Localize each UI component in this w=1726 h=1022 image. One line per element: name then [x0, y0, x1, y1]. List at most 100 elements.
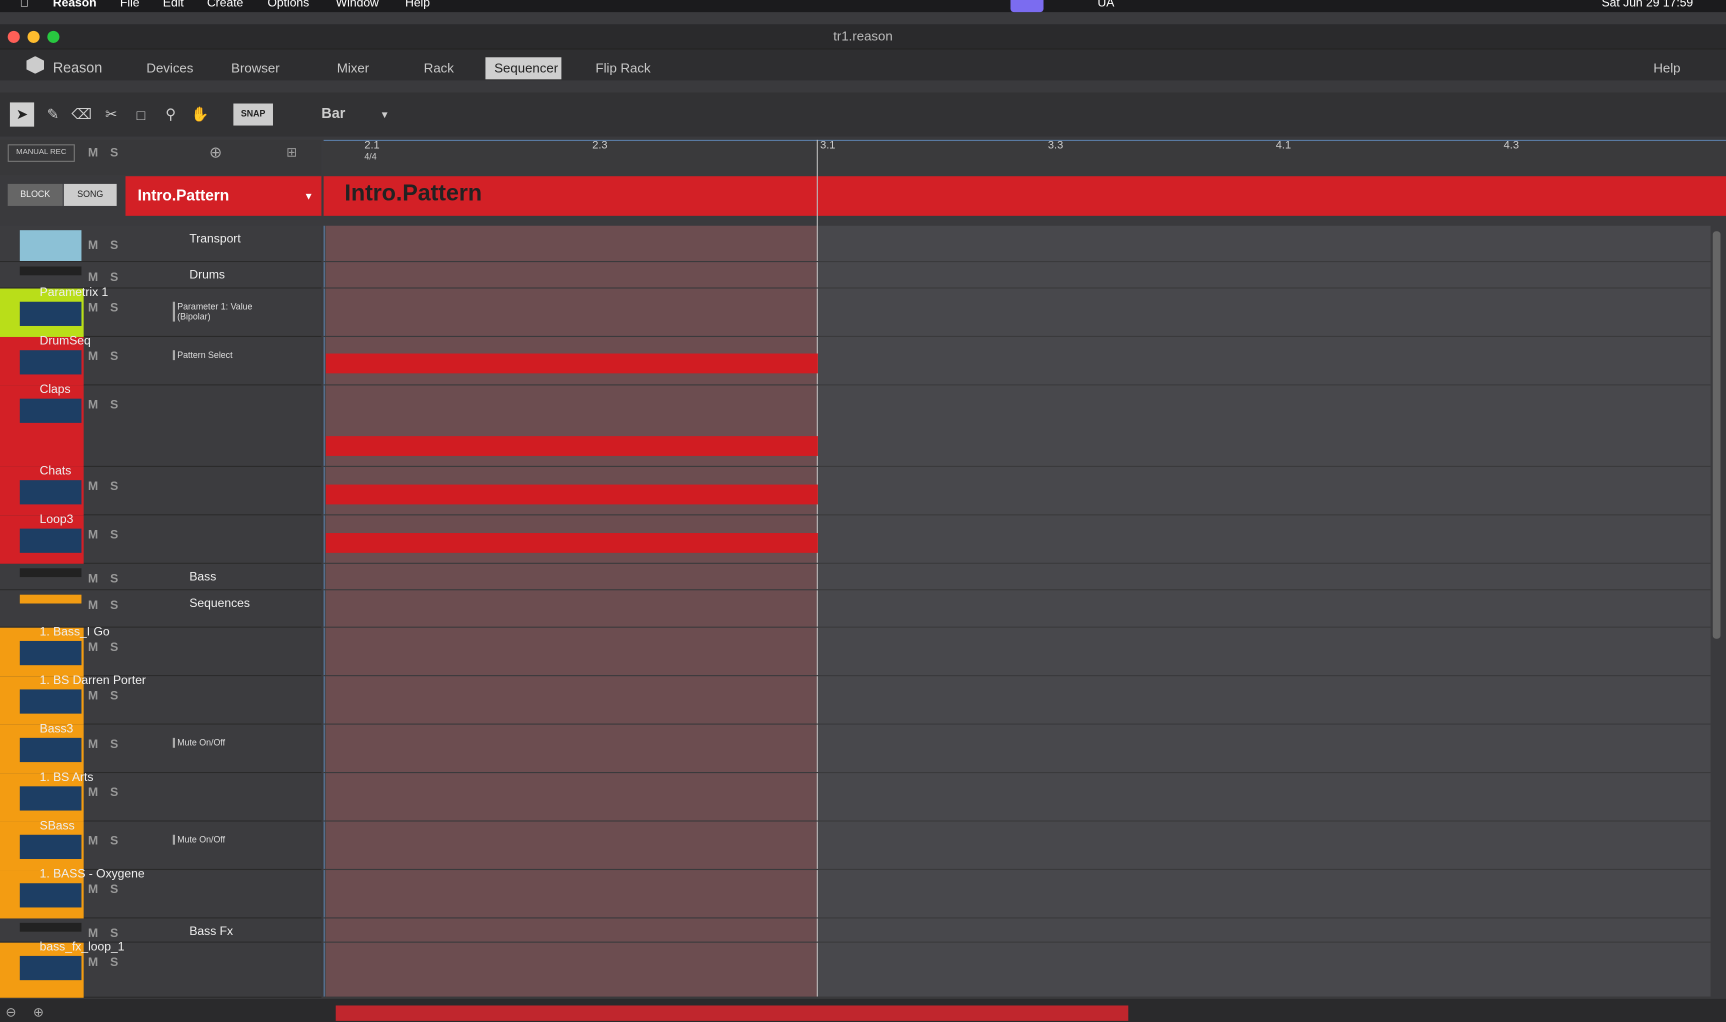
vertical-scrollbar[interactable]: [1712, 231, 1721, 639]
track-row[interactable]: Drums M S: [0, 262, 322, 289]
clock[interactable]: Sat Jun 29 17:59: [1602, 0, 1694, 10]
lane-row[interactable]: [323, 822, 1711, 871]
automation-lane-label[interactable]: Parameter 1: Value (Bipolar): [172, 301, 261, 322]
track-row[interactable]: Chats M S: [0, 465, 322, 516]
tab-sequencer[interactable]: Sequencer: [485, 57, 562, 80]
track-mute-button[interactable]: M: [88, 689, 98, 702]
automation-lane-label[interactable]: Pattern Select: [172, 350, 261, 361]
lane-row[interactable]: [323, 564, 1711, 591]
track-name[interactable]: 1. BASS - Oxygene: [40, 868, 145, 881]
lane-row[interactable]: [323, 676, 1711, 725]
screen-share-icon[interactable]: [1010, 0, 1044, 13]
track-row[interactable]: Claps M S: [0, 383, 322, 467]
track-solo-button[interactable]: S: [110, 641, 118, 654]
track-mute-button[interactable]: M: [88, 399, 98, 412]
tab-devices[interactable]: Devices: [138, 57, 203, 79]
master-mute[interactable]: M: [88, 146, 98, 159]
track-name[interactable]: 1. BS Arts: [40, 771, 94, 784]
device-thumbnail[interactable]: [19, 230, 82, 262]
device-thumbnail[interactable]: [19, 350, 82, 375]
track-mute-button[interactable]: M: [88, 573, 98, 586]
track-solo-button[interactable]: S: [110, 835, 118, 848]
automation-lane-label[interactable]: Mute On/Off: [172, 737, 261, 748]
track-name[interactable]: Sequences: [189, 597, 250, 610]
clip[interactable]: [325, 436, 818, 456]
lane-row[interactable]: [323, 262, 1711, 289]
track-mute-button[interactable]: M: [88, 480, 98, 493]
track-solo-button[interactable]: S: [110, 350, 118, 363]
track-row[interactable]: 1. BS Darren Porter M S: [0, 674, 322, 725]
track-name[interactable]: Loop3: [40, 513, 74, 526]
track-row[interactable]: Bass3 M S Mute On/Off: [0, 722, 322, 774]
track-row[interactable]: Bass Fx M S: [0, 918, 322, 943]
device-thumbnail[interactable]: [19, 568, 82, 578]
track-solo-button[interactable]: S: [110, 599, 118, 612]
tab-flip-rack[interactable]: Flip Rack: [587, 57, 660, 79]
track-mute-button[interactable]: M: [88, 927, 98, 940]
track-name[interactable]: Parametrix 1: [40, 286, 109, 299]
track-row[interactable]: Transport M S: [0, 225, 322, 263]
master-solo[interactable]: S: [110, 146, 118, 159]
track-mute-button[interactable]: M: [88, 350, 98, 363]
device-thumbnail[interactable]: [19, 883, 82, 908]
lane-row[interactable]: [323, 628, 1711, 677]
tab-rack[interactable]: Rack: [415, 57, 463, 79]
song-overview[interactable]: [335, 1005, 1129, 1021]
pattern-select[interactable]: Intro.Pattern: [138, 186, 230, 204]
tab-browser[interactable]: Browser: [222, 57, 288, 79]
track-mute-button[interactable]: M: [88, 738, 98, 751]
track-mute-button[interactable]: M: [88, 529, 98, 542]
track-solo-button[interactable]: S: [110, 302, 118, 315]
snap-dropdown-icon[interactable]: ▼: [380, 109, 390, 120]
track-row[interactable]: DrumSeq M S Pattern Select: [0, 335, 322, 386]
clip[interactable]: [325, 353, 818, 374]
pencil-icon[interactable]: ✎: [41, 102, 65, 126]
track-name[interactable]: DrumSeq: [40, 335, 91, 348]
add-track-icon[interactable]: ⊕: [209, 143, 222, 162]
hand-icon[interactable]: ✋: [188, 102, 212, 126]
track-solo-button[interactable]: S: [110, 239, 118, 252]
mute-icon[interactable]: □: [129, 102, 153, 126]
device-thumbnail[interactable]: [19, 594, 82, 604]
track-name[interactable]: Bass3: [40, 722, 74, 735]
track-row[interactable]: Parametrix 1 M S Parameter 1: Value (Bipola…: [0, 286, 322, 337]
track-mute-button[interactable]: M: [88, 786, 98, 799]
track-solo-button[interactable]: S: [110, 480, 118, 493]
track-solo-button[interactable]: S: [110, 786, 118, 799]
zoom-in-icon[interactable]: ⊕: [33, 1004, 44, 1019]
track-name[interactable]: Chats: [40, 465, 72, 478]
track-row[interactable]: Loop3 M S: [0, 513, 322, 564]
device-thumbnail[interactable]: [19, 786, 82, 811]
track-mute-button[interactable]: M: [88, 835, 98, 848]
lane-row[interactable]: [323, 590, 1711, 628]
track-solo-button[interactable]: S: [110, 573, 118, 586]
track-solo-button[interactable]: S: [110, 927, 118, 940]
track-solo-button[interactable]: S: [110, 738, 118, 751]
pattern-lane[interactable]: [323, 176, 1726, 216]
track-mute-button[interactable]: M: [88, 239, 98, 252]
track-mute-button[interactable]: M: [88, 271, 98, 284]
track-row[interactable]: Sequences M S: [0, 590, 322, 628]
lane-row[interactable]: [323, 943, 1711, 998]
menu-file[interactable]: File: [120, 0, 140, 10]
track-mute-button[interactable]: M: [88, 302, 98, 315]
track-name[interactable]: SBass: [40, 819, 75, 832]
track-mute-button[interactable]: M: [88, 599, 98, 612]
tab-mixer[interactable]: Mixer: [328, 57, 378, 79]
track-row[interactable]: 1. BASS - Oxygene M S: [0, 868, 322, 919]
track-row[interactable]: 1. Bass_I Go M S: [0, 626, 322, 677]
lane-row[interactable]: [323, 773, 1711, 822]
snap-button[interactable]: SNAP: [233, 103, 273, 126]
input-source[interactable]: UA: [1097, 0, 1114, 10]
song-mode-button[interactable]: SONG: [63, 183, 117, 206]
pattern-dropdown-icon[interactable]: ▼: [304, 191, 314, 202]
track-row[interactable]: Bass M S: [0, 563, 322, 591]
track-mute-button[interactable]: M: [88, 641, 98, 654]
track-row[interactable]: SBass M S Mute On/Off: [0, 819, 322, 871]
device-thumbnail[interactable]: [19, 922, 82, 932]
track-row[interactable]: 1. BS Arts M S: [0, 771, 322, 822]
help-button[interactable]: Help: [1645, 57, 1690, 79]
track-name[interactable]: Bass: [189, 570, 216, 583]
razor-icon[interactable]: ✂: [99, 102, 123, 126]
track-solo-button[interactable]: S: [110, 399, 118, 412]
